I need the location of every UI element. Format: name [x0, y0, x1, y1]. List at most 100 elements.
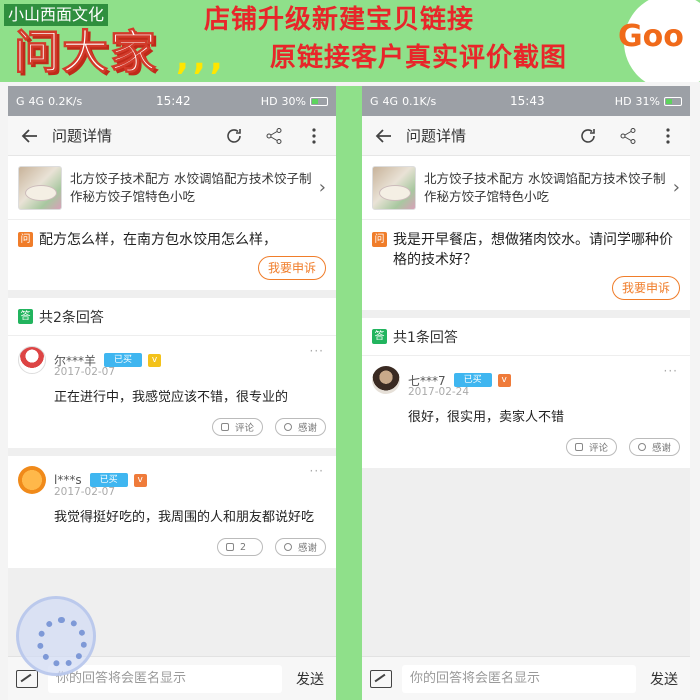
more-vertical-icon[interactable]: [656, 124, 680, 148]
comment-button[interactable]: 2: [216, 538, 263, 556]
edit-icon[interactable]: [16, 669, 38, 688]
thanks-button[interactable]: 感谢: [274, 538, 326, 556]
level-icon: ⅴ: [497, 373, 511, 387]
answer-item: ··· l***s 已买 ⅴ 2017-02-07 我觉得挺好吃的，我周围的人和…: [8, 456, 336, 576]
banner-dots: ,,,: [176, 38, 227, 78]
status-bar: G 4G 0.1K/s 15:43 HD 31%: [362, 86, 690, 116]
carrier-label: G: [370, 94, 379, 108]
status-time: 15:42: [156, 94, 191, 108]
promo-banner: 小山西面文化 问大家 ,,, 店铺升级新建宝贝链接 原链接客户真实评价截图 Go…: [0, 0, 700, 82]
comment-icon: [220, 423, 229, 431]
avatar: [18, 346, 46, 374]
question-text: 我是开早餐店，想做猪肉饺水。请问学哪种价格的技术好？: [393, 232, 673, 268]
thanks-button[interactable]: 感谢: [628, 438, 680, 456]
brand-logo: Goo: [618, 0, 700, 82]
battery-icon: [310, 96, 328, 106]
thanks-icon: [283, 423, 292, 431]
more-dots-icon[interactable]: ···: [664, 364, 678, 378]
back-arrow-icon[interactable]: [18, 124, 42, 148]
level-icon: ⅴ: [148, 353, 162, 367]
answer-input-bar: 发送: [362, 656, 690, 700]
avatar: [18, 466, 46, 494]
battery-percent: 30%: [281, 94, 306, 108]
panel-divider: [336, 86, 362, 700]
answer-input[interactable]: [48, 664, 282, 693]
answers-header: 答 共2条回答: [8, 298, 336, 336]
edit-icon[interactable]: [370, 669, 392, 688]
carrier-label: G: [16, 94, 25, 108]
hd-label: HD: [614, 94, 632, 108]
network-label: 4G: [382, 94, 399, 108]
question-badge: 问: [18, 232, 33, 247]
answer-badge: 答: [372, 329, 387, 344]
question-badge: 问: [372, 232, 387, 247]
send-button[interactable]: 发送: [292, 669, 328, 689]
appeal-button[interactable]: 我要申诉: [258, 256, 326, 280]
answer-text: 我觉得挺好吃的，我周围的人和朋友都说好吃: [54, 510, 315, 525]
product-thumbnail: [18, 165, 62, 210]
hd-label: HD: [260, 94, 278, 108]
chevron-right-icon: ›: [672, 177, 680, 198]
appeal-button[interactable]: 我要申诉: [612, 276, 680, 300]
comment-button[interactable]: 评论: [565, 438, 617, 456]
answer-text: 很好，很实用，卖家人不错: [408, 410, 565, 425]
battery-icon: [664, 96, 682, 106]
product-card[interactable]: 北方饺子技术配方 水饺调馅配方技术饺子制作秘方饺子馆特色小吃 ›: [8, 156, 336, 220]
send-button[interactable]: 发送: [646, 669, 682, 689]
network-label: 4G: [28, 94, 45, 108]
back-arrow-icon[interactable]: [372, 124, 396, 148]
answer-input[interactable]: [402, 664, 636, 693]
nav-bar: 问题详情: [8, 116, 336, 156]
refresh-icon[interactable]: [576, 124, 600, 148]
answer-item: ··· 七***7 已买 ⅴ 2017-02-24 很好，很实用，卖家人不错 评…: [362, 356, 690, 476]
network-speed: 0.1K/s: [402, 94, 437, 108]
shop-name: 小山西面文化: [4, 4, 109, 26]
banner-title: 问大家: [14, 25, 158, 79]
comment-icon: [574, 443, 583, 451]
brand-logo-text: Goo: [618, 19, 684, 54]
status-bar: G 4G 0.2K/s 15:42 HD 30%: [8, 86, 336, 116]
nav-bar: 问题详情: [362, 116, 690, 156]
banner-headline-2: 原链接客户真实评价截图: [270, 43, 568, 73]
answer-date: 2017-02-07: [54, 366, 116, 378]
network-speed: 0.2K/s: [48, 94, 83, 108]
more-dots-icon[interactable]: ···: [310, 464, 324, 478]
refresh-icon[interactable]: [222, 124, 246, 148]
watermark-seal: [16, 596, 96, 676]
more-vertical-icon[interactable]: [302, 124, 326, 148]
comment-label: 评论: [588, 443, 608, 454]
thanks-label: 感谢: [651, 443, 671, 454]
answer-date: 2017-02-24: [408, 386, 470, 398]
status-time: 15:43: [510, 94, 545, 108]
answers-count: 共2条回答: [39, 309, 104, 326]
answer-username: l***s: [54, 473, 82, 487]
answer-item: ··· 尔***羊 已买 ⅴ 2017-02-07 正在进行中，我感觉应该不错，…: [8, 336, 336, 456]
product-title: 北方饺子技术配方 水饺调馅配方技术饺子制作秘方饺子馆特色小吃: [70, 170, 312, 204]
product-card[interactable]: 北方饺子技术配方 水饺调馅配方技术饺子制作秘方饺子馆特色小吃 ›: [362, 156, 690, 220]
question-text: 配方怎么样，在南方包水饺用怎么样，: [39, 232, 277, 248]
thanks-icon: [283, 543, 292, 551]
phone-screenshot-right: G 4G 0.1K/s 15:43 HD 31% 问题详情 北方饺子技术配方 水…: [362, 86, 690, 700]
answers-header: 答 共1条回答: [362, 318, 690, 356]
thanks-label: 感谢: [297, 423, 317, 434]
bought-badge: 已买: [104, 353, 143, 367]
bought-badge: 已买: [89, 473, 128, 487]
avatar: [372, 366, 400, 394]
share-icon[interactable]: [262, 124, 286, 148]
question-box: 问 我是开早餐店，想做猪肉饺水。请问学哪种价格的技术好？ 我要申诉: [362, 220, 690, 318]
thanks-button[interactable]: 感谢: [274, 418, 326, 436]
answer-date: 2017-02-07: [54, 486, 116, 498]
comment-button[interactable]: 评论: [211, 418, 263, 436]
page-title: 问题详情: [52, 127, 113, 145]
answers-count: 共1条回答: [393, 329, 458, 346]
answer-badge: 答: [18, 309, 33, 324]
comment-icon: [225, 543, 234, 551]
share-icon[interactable]: [616, 124, 640, 148]
page-title: 问题详情: [406, 127, 467, 145]
more-dots-icon[interactable]: ···: [310, 344, 324, 358]
product-title: 北方饺子技术配方 水饺调馅配方技术饺子制作秘方饺子馆特色小吃: [424, 170, 666, 204]
bought-badge: 已买: [453, 373, 492, 387]
comment-count: 2: [239, 541, 247, 553]
thanks-icon: [637, 443, 646, 451]
chevron-right-icon: ›: [318, 177, 326, 198]
